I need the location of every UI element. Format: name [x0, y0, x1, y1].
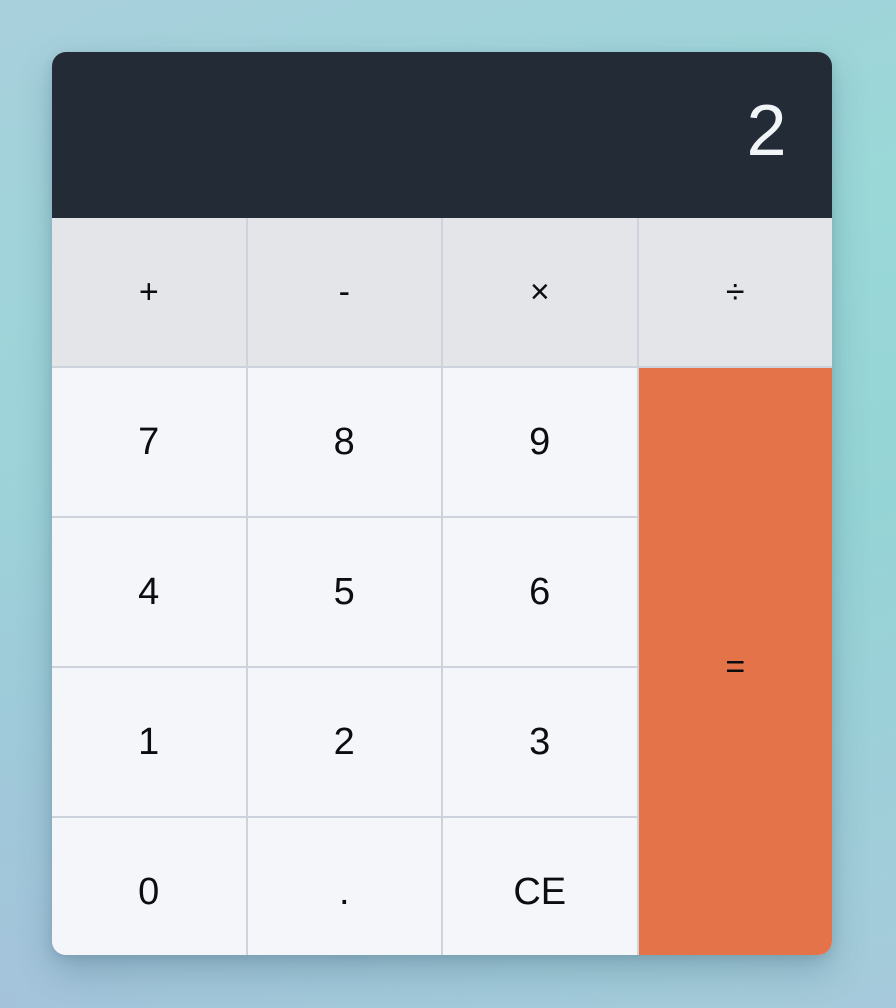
operator-subtract-button[interactable]: -: [247, 218, 441, 366]
calculator-display: 2: [52, 52, 832, 218]
clear-entry-button[interactable]: CE: [443, 818, 637, 955]
operator-divide-button[interactable]: ÷: [638, 218, 832, 366]
calculator-window: 2 + - × ÷ 7 8 9 = 4 5 6 1 2 3 0 . CE: [52, 52, 832, 955]
digit-0-button[interactable]: 0: [52, 818, 246, 955]
calculator-keypad: + - × ÷ 7 8 9 = 4 5 6 1 2 3 0 . CE: [52, 218, 832, 955]
display-value: 2: [746, 91, 787, 171]
digit-5-button[interactable]: 5: [247, 518, 441, 666]
operator-add-button[interactable]: +: [52, 218, 246, 366]
digit-2-button[interactable]: 2: [247, 668, 441, 816]
digit-3-button[interactable]: 3: [443, 668, 637, 816]
digit-6-button[interactable]: 6: [443, 518, 637, 666]
operator-multiply-button[interactable]: ×: [443, 218, 637, 366]
digit-7-button[interactable]: 7: [52, 368, 246, 516]
equals-button[interactable]: =: [638, 368, 832, 955]
decimal-point-button[interactable]: .: [247, 818, 441, 955]
digit-1-button[interactable]: 1: [52, 668, 246, 816]
digit-8-button[interactable]: 8: [247, 368, 441, 516]
digit-9-button[interactable]: 9: [443, 368, 637, 516]
digit-4-button[interactable]: 4: [52, 518, 246, 666]
